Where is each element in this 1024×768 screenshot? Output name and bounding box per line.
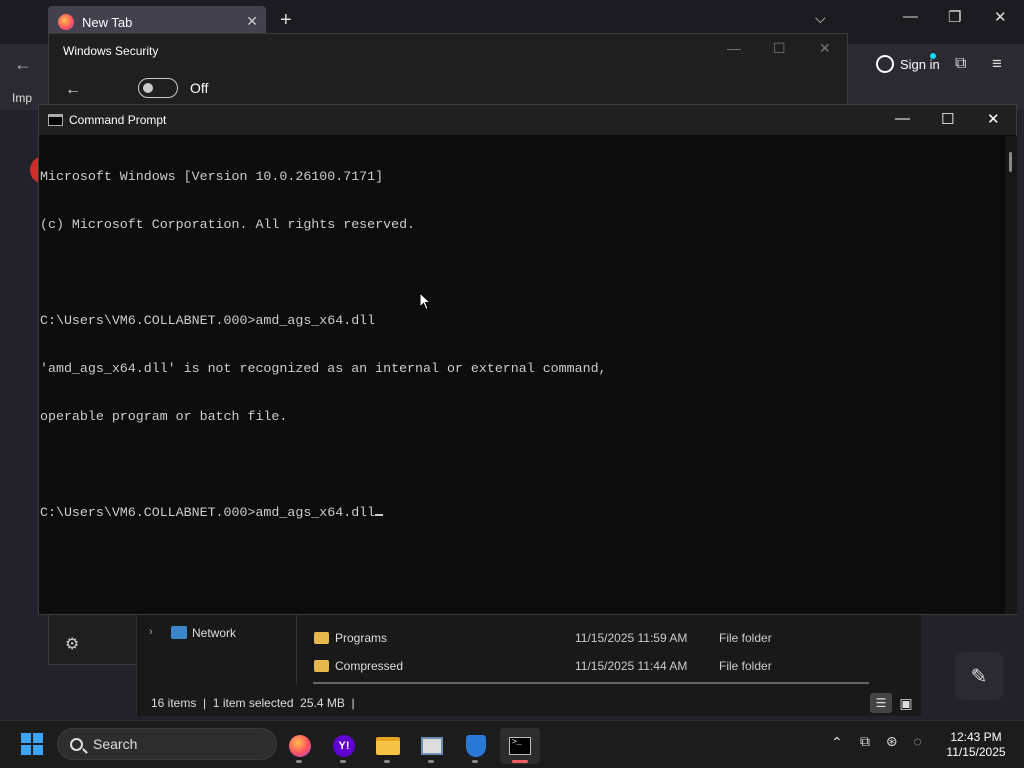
pane-divider[interactable]	[296, 614, 297, 684]
window-title: Windows Security	[63, 44, 159, 58]
file-date: 11/15/2025 11:44 AM	[575, 659, 688, 673]
windows-logo-icon	[21, 745, 31, 755]
command-prompt-window: Command Prompt — ☐ ✕ Microsoft Windows […	[38, 104, 1017, 615]
toggle-state-label: Off	[190, 80, 209, 96]
protection-toggle[interactable]	[138, 78, 178, 98]
expand-chevron-icon[interactable]: ›	[149, 626, 153, 638]
console-line: C:\Users\VM6.COLLABNET.000>amd_ags_x64.d…	[40, 313, 376, 328]
tab-close-icon[interactable]: ✕	[246, 13, 258, 30]
file-explorer-icon	[376, 737, 400, 755]
vertical-scrollbar[interactable]	[1005, 136, 1017, 614]
tab-title: New Tab	[82, 14, 133, 30]
clock-date: 11/15/2025	[946, 745, 1006, 759]
show-hidden-icons-chevron-icon[interactable]: ⌃	[831, 734, 843, 751]
command-prompt-icon: >_	[509, 737, 531, 755]
import-bookmarks-button[interactable]: Imp	[12, 91, 32, 105]
firefox-icon	[289, 735, 311, 757]
text-cursor	[375, 514, 384, 516]
title-bar[interactable]: Command Prompt — ☐ ✕	[39, 105, 1016, 135]
maximize-button[interactable]: ☐	[773, 40, 786, 57]
minimize-button[interactable]: —	[895, 110, 910, 127]
news-icon	[421, 737, 443, 755]
taskbar-command-prompt[interactable]: >_	[500, 728, 540, 764]
browser-back-button[interactable]: ←	[14, 54, 32, 75]
browser-restore-button[interactable]: ❐	[948, 8, 961, 26]
running-indicator	[296, 760, 302, 763]
console-line: 'amd_ags_x64.dll' is not recognized as a…	[40, 361, 607, 376]
close-button[interactable]: ✕	[987, 110, 1000, 128]
network-icon	[171, 626, 187, 639]
clock-time: 12:43 PM	[950, 730, 1002, 744]
sign-in-button[interactable]: Sign in	[870, 49, 942, 79]
taskbar-search[interactable]: Search	[57, 728, 277, 760]
terminal-icon	[48, 114, 63, 126]
edit-pencil-icon[interactable]: ✎	[955, 652, 1003, 700]
running-indicator	[472, 760, 478, 763]
console-output[interactable]: Microsoft Windows [Version 10.0.26100.71…	[39, 136, 1004, 614]
console-line: (c) Microsoft Corporation. All rights re…	[40, 217, 416, 232]
search-label: Search	[93, 736, 138, 752]
list-all-tabs-button[interactable]: ⌵	[815, 10, 826, 27]
windows-logo-icon	[33, 745, 43, 755]
console-line: operable program or batch file.	[40, 409, 288, 424]
system-tray-icons[interactable]: ⧉ ⊛ ◌	[860, 733, 928, 750]
file-type: File folder	[719, 659, 772, 673]
scrollbar-thumb[interactable]	[1009, 152, 1012, 172]
back-arrow-icon[interactable]: ←	[65, 81, 81, 99]
settings-gear-icon[interactable]: ⚙	[65, 634, 79, 654]
nav-item-network[interactable]: Network	[192, 626, 236, 640]
running-indicator	[340, 760, 346, 763]
file-row[interactable]: Compressed 11/15/2025 11:44 AM File fold…	[314, 657, 874, 677]
file-date: 11/15/2025 11:59 AM	[575, 631, 688, 645]
close-button[interactable]: ✕	[819, 40, 831, 57]
tiles-view-icon[interactable]: ▣	[896, 693, 916, 713]
mouse-pointer-icon	[419, 292, 431, 311]
windows-logo-icon	[21, 733, 31, 743]
file-name: Programs	[335, 631, 388, 645]
running-indicator	[384, 760, 390, 763]
windows-security-icon	[466, 735, 486, 757]
file-name: Compressed	[335, 659, 404, 673]
taskbar-firefox[interactable]	[280, 728, 320, 764]
windows-logo-icon	[33, 733, 43, 743]
account-icon	[876, 55, 894, 73]
app-menu-icon[interactable]: ≡	[992, 54, 1002, 74]
details-view-icon[interactable]: ☰	[870, 693, 892, 713]
notification-dot	[930, 53, 936, 59]
taskbar-news[interactable]	[412, 728, 452, 764]
taskbar-yahoo[interactable]: Y!	[324, 728, 364, 764]
window-title: Command Prompt	[69, 113, 167, 127]
search-icon	[70, 737, 83, 751]
taskbar-file-explorer[interactable]	[368, 728, 408, 764]
minimize-button[interactable]: —	[727, 40, 741, 56]
extensions-icon[interactable]: ⧉	[955, 55, 966, 73]
new-tab-button[interactable]: +	[280, 10, 292, 30]
folder-icon	[314, 660, 329, 672]
firefox-favicon-icon	[58, 14, 74, 30]
prompt-text: C:\Users\VM6.COLLABNET.000>amd_ags_x64.d…	[40, 505, 376, 520]
maximize-button[interactable]: ☐	[941, 110, 954, 128]
taskbar-windows-security[interactable]	[456, 728, 496, 764]
active-indicator	[512, 760, 528, 763]
yahoo-icon: Y!	[333, 735, 355, 757]
browser-close-button[interactable]: ✕	[994, 8, 1007, 26]
folder-icon	[314, 632, 329, 644]
start-button[interactable]	[21, 733, 43, 755]
file-row[interactable]: Programs 11/15/2025 11:59 AM File folder	[314, 629, 874, 649]
console-input-line[interactable]: C:\Users\VM6.COLLABNET.000>amd_ags_x64.d…	[40, 505, 1004, 521]
console-line: Microsoft Windows [Version 10.0.26100.71…	[40, 169, 384, 184]
running-indicator	[428, 760, 434, 763]
horizontal-scrollbar[interactable]	[313, 682, 869, 684]
browser-minimize-button[interactable]: —	[903, 8, 918, 25]
status-bar: 16 items | 1 item selected 25.4 MB |	[151, 696, 355, 710]
clock[interactable]: 12:43 PM 11/15/2025	[936, 730, 1016, 760]
file-type: File folder	[719, 631, 772, 645]
